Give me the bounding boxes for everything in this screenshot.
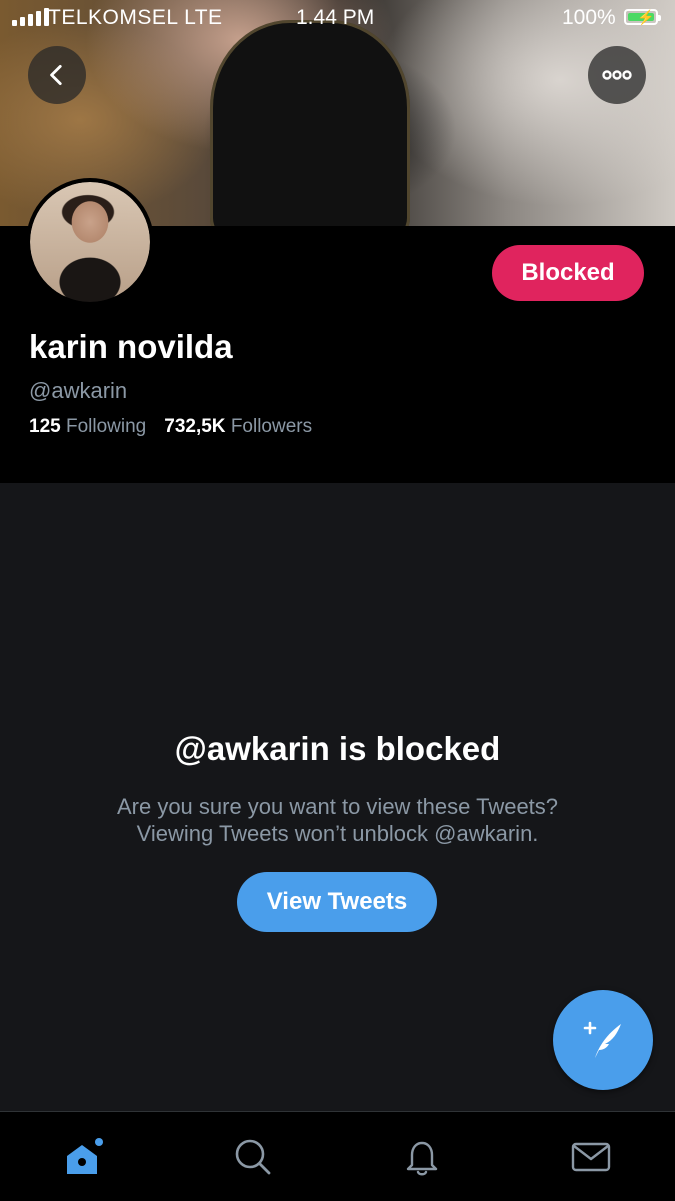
blocked-description-line2: Viewing Tweets won’t unblock @awkarin. xyxy=(136,821,539,846)
tab-bar xyxy=(0,1111,675,1201)
blocked-title: @awkarin is blocked xyxy=(174,730,501,767)
blocked-description-line1: Are you sure you want to view these Twee… xyxy=(116,794,559,819)
banner-photo-subject xyxy=(210,20,410,226)
avatar[interactable] xyxy=(26,178,154,306)
battery-percent: 100% xyxy=(562,6,616,29)
battery-icon: ⚡ xyxy=(624,9,661,25)
search-icon xyxy=(235,1139,271,1175)
status-bar: TELKOMSEL LTE 1.44 PM 100% ⚡ xyxy=(0,0,675,36)
following-count: 125 xyxy=(29,416,61,437)
signal-icon xyxy=(12,8,49,26)
mail-icon xyxy=(571,1142,611,1172)
back-button[interactable] xyxy=(28,46,86,104)
compose-tweet-icon xyxy=(583,1021,621,1058)
more-horizontal-icon xyxy=(602,70,632,80)
following-link[interactable]: 125 Following xyxy=(29,416,146,437)
tab-search[interactable] xyxy=(230,1134,276,1180)
more-button[interactable] xyxy=(588,46,646,104)
compose-tweet-button[interactable] xyxy=(553,990,653,1090)
blocked-button[interactable]: Blocked xyxy=(492,245,644,301)
following-label: Following xyxy=(65,416,147,437)
home-icon xyxy=(67,1138,103,1174)
tab-messages[interactable] xyxy=(568,1134,614,1180)
bell-icon xyxy=(406,1141,438,1176)
followers-count: 732,5K xyxy=(164,416,226,437)
blocked-description: Are you sure you want to view these Twee… xyxy=(0,793,675,847)
carrier-label: TELKOMSEL LTE xyxy=(48,6,223,29)
followers-link[interactable]: 732,5K Followers xyxy=(164,416,312,437)
followers-label: Followers xyxy=(230,416,313,437)
tab-notifications[interactable] xyxy=(399,1134,445,1180)
display-name: karin novilda xyxy=(29,328,233,365)
user-handle: @awkarin xyxy=(29,378,128,403)
view-tweets-button[interactable]: View Tweets xyxy=(237,872,437,932)
tab-home[interactable] xyxy=(62,1134,108,1180)
follow-stats: 125 Following 732,5K Followers xyxy=(29,416,312,438)
clock: 1.44 PM xyxy=(296,6,375,29)
chevron-left-icon xyxy=(50,64,62,86)
